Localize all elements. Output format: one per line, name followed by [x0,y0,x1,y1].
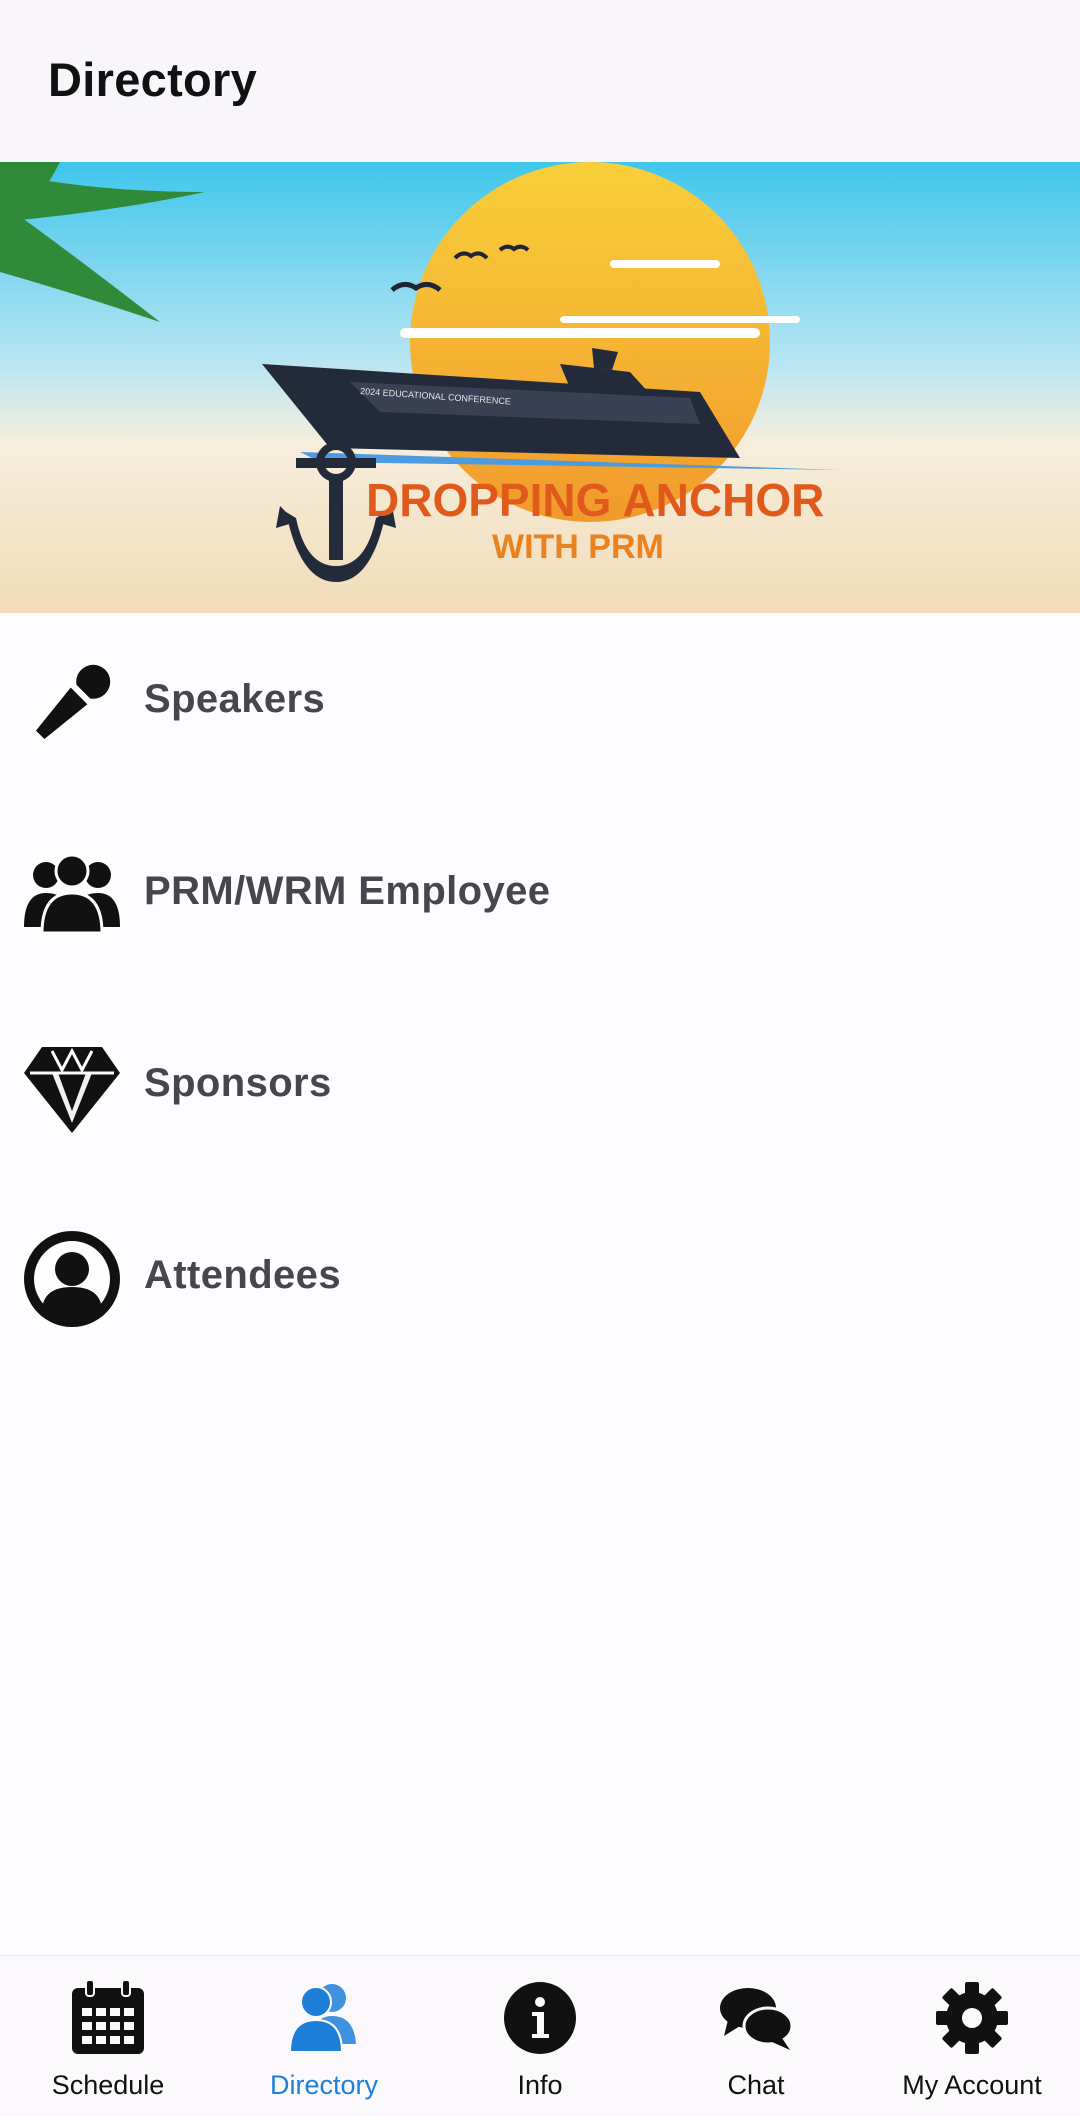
microphone-icon [35,664,111,740]
menu-item-prm-wrm-employee[interactable]: PRM/WRM Employee [0,805,1080,965]
menu-item-attendees[interactable]: Attendees [0,1189,1080,1349]
nav-tab-info[interactable]: Info [432,1956,648,2116]
nav-tab-directory[interactable]: Directory [216,1956,432,2116]
banner-headline-line1: DROPPING ANCHOR [366,474,824,526]
app-header: Directory [0,0,1080,162]
menu-item-label: Speakers [144,677,326,721]
menu-item-sponsors[interactable]: Sponsors [0,997,1080,1157]
nav-tab-chat[interactable]: Chat [648,1956,864,2116]
chat-icon [720,1988,794,2050]
banner-headline-line2: WITH PRM [492,528,664,566]
users-icon [288,1984,356,2053]
group-icon [24,853,120,935]
diamond-icon [24,1047,120,1133]
nav-label: My Account [902,2070,1042,2100]
event-banner-image: 2024 EDUCATIONAL CONFERENCE DROPPING ANC… [0,162,1080,613]
menu-item-label: Sponsors [144,1061,332,1105]
calendar-icon [72,1980,144,2054]
nav-label: Info [517,2070,563,2100]
menu-item-label: Attendees [144,1253,341,1297]
menu-item-speakers[interactable]: Speakers [0,613,1080,773]
info-icon [504,1982,576,2054]
nav-tab-schedule[interactable]: Schedule [0,1956,216,2116]
person-circle-icon [24,1231,120,1327]
nav-label: Directory [269,2070,378,2100]
nav-tab-my-account[interactable]: My Account [864,1956,1080,2116]
page-title: Directory [48,53,258,106]
nav-label: Chat [727,2070,785,2100]
bottom-navigation-bar: Schedule Directory Info Chat My Account [0,1955,1080,2116]
menu-item-label: PRM/WRM Employee [144,869,551,913]
nav-label: Schedule [51,2070,165,2100]
gear-icon [936,1982,1008,2054]
